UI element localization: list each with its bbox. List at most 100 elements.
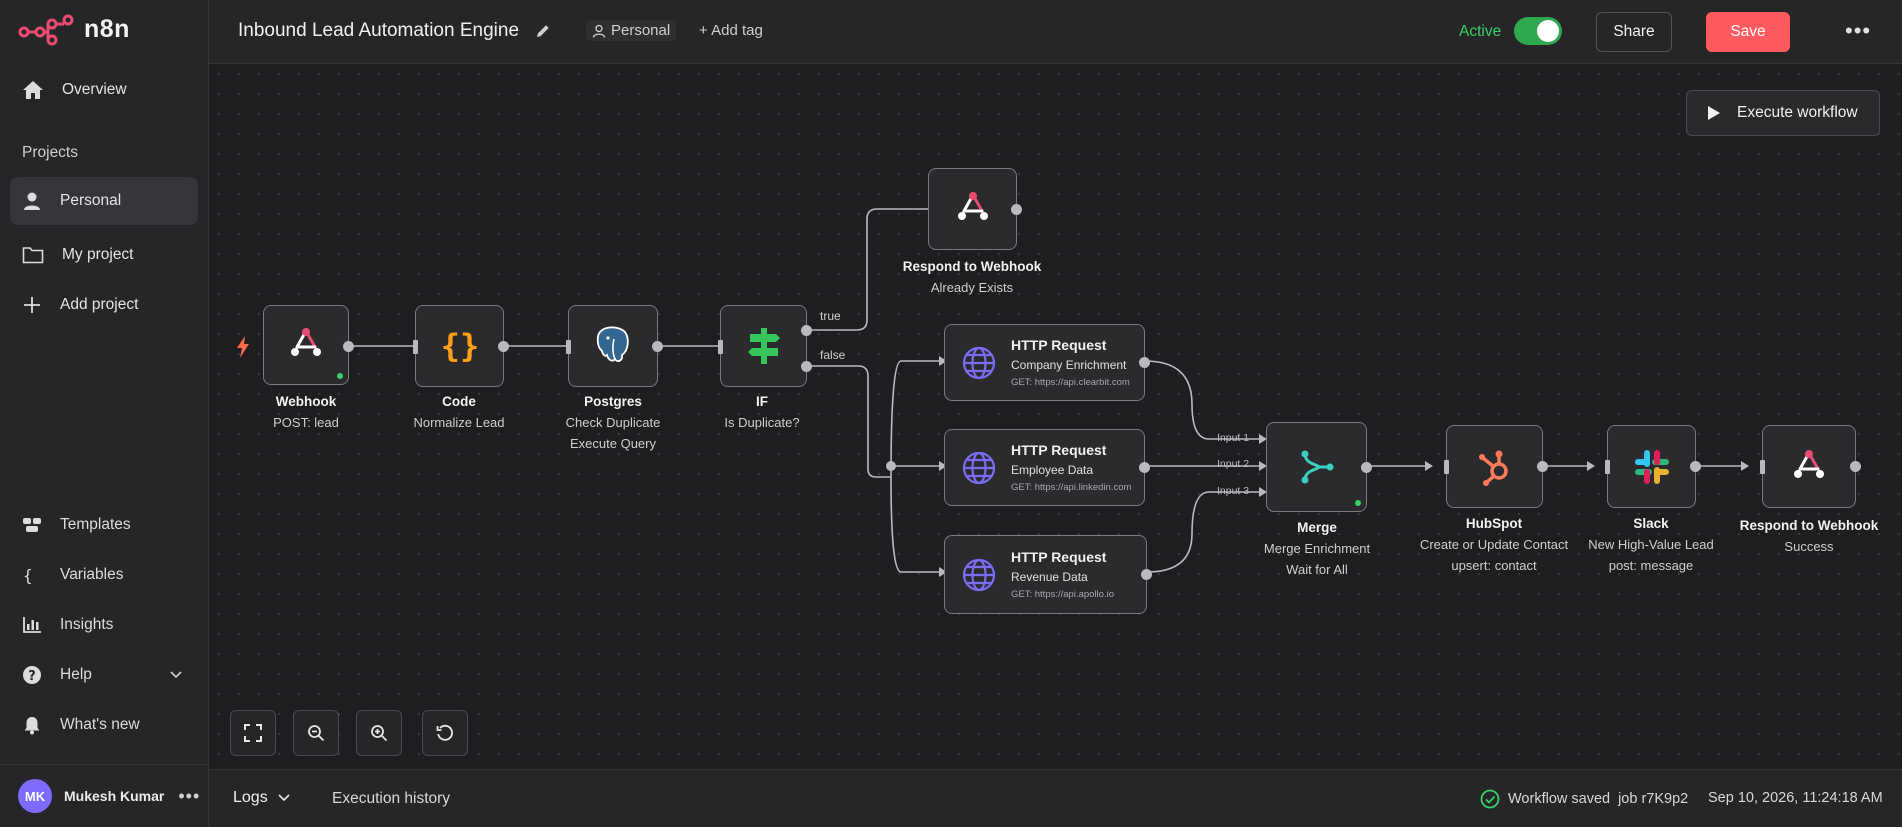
output-handle[interactable] (343, 341, 354, 352)
output-handle[interactable] (1011, 204, 1022, 215)
sidebar-item-whats-new[interactable]: What's new (10, 705, 198, 745)
output-handle[interactable] (1850, 461, 1861, 472)
avatar: MK (18, 779, 52, 813)
output-handle[interactable] (1141, 569, 1152, 580)
node-respond-success-label: Respond to Webhook Success (1740, 516, 1879, 557)
job-id: job r7K9p2 (1618, 791, 1689, 807)
merge-icon (1301, 450, 1333, 484)
output-handle[interactable] (1361, 462, 1372, 473)
add-tag-button[interactable]: + Add tag (699, 22, 763, 39)
reset-icon (436, 724, 453, 741)
zoom-in-button[interactable] (356, 710, 402, 756)
node-if-label: IF Is Duplicate? (724, 392, 799, 433)
sidebar-item-label: My project (62, 246, 134, 263)
reset-zoom-button[interactable] (422, 710, 468, 756)
project-chip[interactable]: Personal (586, 20, 677, 41)
node-merge[interactable] (1266, 422, 1372, 512)
node-respond-already-exists[interactable] (928, 168, 1022, 250)
node-slack[interactable] (1605, 425, 1701, 508)
share-button[interactable]: Share (1596, 12, 1672, 52)
sidebar-item-add-project[interactable]: Add project (10, 281, 198, 329)
user-icon (24, 192, 40, 210)
node-hubspot[interactable] (1444, 425, 1548, 508)
user-menu[interactable]: MK Mukesh Kumar ••• (0, 764, 208, 827)
chart-icon (23, 617, 41, 633)
slack-icon (1634, 449, 1669, 484)
output-handle[interactable] (498, 341, 509, 352)
if-signpost-icon (747, 328, 780, 364)
input-handle[interactable] (1444, 460, 1449, 474)
fit-view-button[interactable] (230, 710, 276, 756)
node-postgres-label: Postgres Check Duplicate Execute Query (566, 392, 661, 454)
zoom-out-icon (308, 725, 325, 742)
input-handle[interactable] (413, 340, 418, 354)
user-more-icon[interactable]: ••• (178, 786, 200, 807)
node-subtitle: Company Enrichment (1011, 358, 1127, 372)
node-if[interactable] (718, 305, 812, 387)
node-postgres[interactable] (566, 305, 663, 387)
save-button[interactable]: Save (1706, 12, 1790, 52)
node-title: Postgres (584, 394, 642, 409)
node-http-employee-data[interactable]: HTTP Request Employee Data GET: https://… (944, 429, 1150, 506)
node-subtitle: New High-Value Lead (1588, 537, 1714, 552)
sidebar-item-help[interactable]: ? Help (10, 655, 198, 695)
execute-workflow-button[interactable]: Execute workflow (1686, 90, 1880, 136)
trigger-bolt-icon (237, 336, 249, 358)
app-name: n8n (84, 14, 130, 43)
node-subtitle-2: Execute Query (570, 436, 656, 451)
input-handle[interactable] (1605, 460, 1610, 474)
app-window: n8n Overview Projects Personal My projec… (0, 0, 1902, 827)
header: Inbound Lead Automation Engine Personal … (209, 0, 1902, 64)
sidebar-item-variables[interactable]: { } Variables (10, 555, 198, 595)
output-handle[interactable] (1139, 357, 1150, 368)
merge-input-label-3: Input 3 (1217, 485, 1250, 497)
sidebar-item-overview[interactable]: Overview (10, 66, 198, 114)
input-handle[interactable] (566, 340, 571, 354)
help-icon: ? (23, 666, 41, 684)
bell-icon (24, 717, 40, 735)
node-respond-success[interactable] (1760, 425, 1861, 508)
input-handle[interactable] (718, 340, 723, 354)
chevron-down-icon (170, 671, 182, 679)
plus-icon (24, 297, 40, 313)
node-title: Code (442, 394, 476, 409)
more-options-icon[interactable]: ••• (1845, 18, 1871, 44)
node-merge-label: Merge Merge Enrichment Wait for All (1264, 518, 1370, 580)
merge-input-label-2: Input 2 (1217, 458, 1250, 470)
execution-history-tab[interactable]: Execution history (332, 790, 450, 808)
sidebar-item-label: Variables (60, 566, 124, 583)
input-handle[interactable] (1760, 460, 1765, 474)
node-title: Merge (1297, 520, 1337, 535)
project-chip-label: Personal (611, 22, 671, 39)
logs-label: Logs (233, 789, 268, 806)
sidebar-item-templates[interactable]: Templates (10, 505, 198, 545)
active-toggle[interactable] (1514, 17, 1562, 45)
sidebar-item-personal[interactable]: Personal (10, 177, 198, 225)
zoom-out-button[interactable] (293, 710, 339, 756)
node-subtitle: Normalize Lead (413, 415, 505, 430)
node-webhook-label: Webhook POST: lead (273, 392, 339, 433)
node-http-revenue-data[interactable]: HTTP Request Revenue Data GET: https://a… (944, 535, 1152, 614)
node-http-company-enrichment[interactable]: HTTP Request Company Enrichment GET: htt… (944, 324, 1150, 401)
sidebar-item-my-project[interactable]: My project (10, 231, 198, 279)
output-handle[interactable] (1537, 461, 1548, 472)
node-code[interactable]: {} (413, 305, 509, 387)
output-handle[interactable] (1139, 462, 1150, 473)
workflow-canvas[interactable]: Execute workflow Webhook POST: lead {} C… (209, 64, 1902, 769)
output-handle-false[interactable] (801, 361, 812, 372)
output-handle[interactable] (652, 341, 663, 352)
node-subtitle-2: Wait for All (1286, 562, 1348, 577)
user-name: Mukesh Kumar (64, 788, 165, 804)
node-url: GET: https://api.clearbit.com (1011, 377, 1130, 388)
node-webhook[interactable] (263, 305, 354, 385)
logs-toggle[interactable]: Logs (233, 789, 290, 807)
workflow-title[interactable]: Inbound Lead Automation Engine (238, 20, 519, 42)
sidebar-item-insights[interactable]: Insights (10, 605, 198, 645)
output-handle-true[interactable] (801, 325, 812, 336)
pencil-icon[interactable] (534, 22, 552, 40)
webhook-icon (1794, 449, 1824, 478)
node-subtitle: POST: lead (273, 415, 339, 430)
output-handle[interactable] (1690, 461, 1701, 472)
home-icon (23, 81, 43, 99)
n8n-logo[interactable]: n8n (18, 12, 130, 46)
